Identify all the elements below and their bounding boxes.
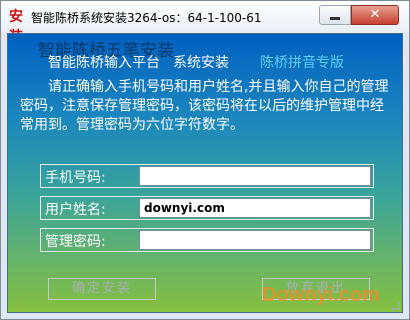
password-row: 管理密码: <box>40 228 374 252</box>
edition-label: 陈桥拼音专版 <box>260 55 344 71</box>
window-title: 智能陈桥系统安装3264-os：64-1-100-61 <box>31 11 262 25</box>
username-label: 用户姓名: <box>45 202 106 218</box>
username-row: 用户姓名: <box>40 196 374 220</box>
close-icon: ✕ <box>369 7 381 22</box>
password-input[interactable] <box>139 230 371 250</box>
title-bar[interactable]: 安装 智能陈桥系统安装3264-os：64-1-100-61 ✕ <box>1 1 409 45</box>
resize-grip-icon[interactable] <box>392 302 400 310</box>
app-icon: 安装 <box>9 9 23 45</box>
section-title: 系统安装 <box>173 55 229 71</box>
install-button[interactable]: 确定安装 <box>48 278 156 300</box>
username-input[interactable] <box>139 198 371 218</box>
phone-input[interactable] <box>139 166 371 186</box>
installer-window: 安装 智能陈桥系统安装3264-os：64-1-100-61 ✕ 智能陈桥五笔安… <box>0 0 410 320</box>
close-button[interactable]: ✕ <box>351 5 399 25</box>
phone-row: 手机号码: <box>40 164 374 188</box>
product-title: 智能陈桥输入平台 <box>48 55 160 71</box>
site-watermark: Downyi.com <box>262 284 380 306</box>
phone-label: 手机号码: <box>45 170 106 186</box>
minimize-icon <box>330 17 340 20</box>
instructions-text: 请正确输入手机号码和用户姓名,并且输入你自己的管理密码，注意保存管理密码，该密码… <box>20 79 389 133</box>
dialog-body: 智能陈桥五笔安装 智能陈桥输入平台 系统安装 陈桥拼音专版 请正确输入手机号码和… <box>7 33 403 313</box>
password-label: 管理密码: <box>45 234 106 250</box>
minimize-button[interactable] <box>319 5 351 25</box>
